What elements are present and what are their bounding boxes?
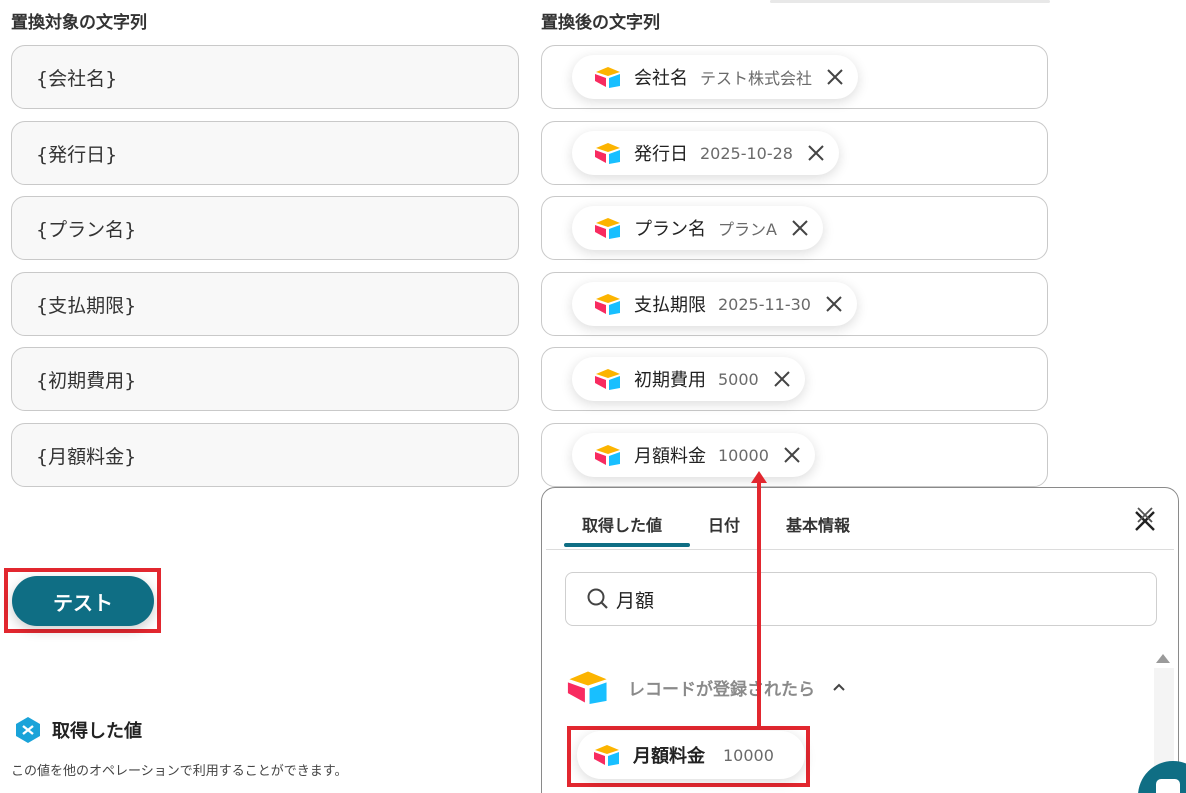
airtable-logo-icon bbox=[595, 143, 620, 164]
test-button[interactable]: テスト bbox=[12, 576, 154, 626]
target-field-initial-fee[interactable]: {初期費用} bbox=[11, 347, 519, 411]
panel-tabs: 取得した値 日付 基本情報 bbox=[546, 488, 1174, 550]
close-icon[interactable] bbox=[824, 66, 846, 88]
airtable-logo-icon bbox=[595, 67, 620, 88]
target-field-monthly-fee[interactable]: {月額料金} bbox=[11, 423, 519, 487]
value-chip: 初期費用 5000 bbox=[572, 357, 805, 401]
result-name: 月額料金 bbox=[633, 746, 705, 767]
replacement-field-plan[interactable]: プラン名 プランA bbox=[541, 196, 1048, 260]
search-icon bbox=[587, 588, 608, 609]
airtable-logo-icon bbox=[595, 294, 620, 315]
left-column-title: 置換対象の文字列 bbox=[11, 13, 147, 33]
search-input[interactable]: 月額 bbox=[565, 572, 1157, 626]
airtable-logo-icon bbox=[567, 671, 607, 704]
airtable-logo-icon bbox=[595, 369, 620, 390]
chip-value: プランA bbox=[718, 220, 777, 239]
chip-name: 発行日 bbox=[634, 144, 688, 165]
replacement-field-due-date[interactable]: 支払期限 2025-11-30 bbox=[541, 272, 1048, 336]
acquired-values-description: この値を他のオペレーションで利用することができます。 bbox=[11, 764, 348, 779]
result-value: 10000 bbox=[723, 745, 774, 765]
value-chip: 発行日 2025-10-28 bbox=[572, 131, 839, 175]
chat-icon bbox=[1156, 779, 1180, 793]
tab-date[interactable]: 日付 bbox=[708, 512, 740, 536]
highlight-arrow-head bbox=[751, 471, 767, 483]
airtable-logo-icon bbox=[594, 745, 619, 766]
chip-name: 支払期限 bbox=[634, 295, 706, 316]
result-value-chip[interactable]: 月額料金 10000 bbox=[577, 731, 805, 779]
trigger-group-header[interactable]: レコードが登録されたら bbox=[566, 670, 847, 704]
chip-name: 会社名 bbox=[634, 68, 688, 89]
replacement-field-initial-fee[interactable]: 初期費用 5000 bbox=[541, 347, 1048, 411]
chip-value: 2025-11-30 bbox=[718, 294, 811, 314]
chip-name: 月額料金 bbox=[634, 446, 706, 467]
target-field-issue-date[interactable]: {発行日} bbox=[11, 121, 519, 185]
acquired-values-header: 取得した値 bbox=[14, 716, 142, 744]
replacement-field-company[interactable]: 会社名 テスト株式会社 bbox=[541, 45, 1048, 109]
chip-value: 2025-10-28 bbox=[700, 143, 793, 163]
scroll-up-arrow-icon[interactable] bbox=[1156, 654, 1170, 663]
target-field-due-date[interactable]: {支払期限} bbox=[11, 272, 519, 336]
replacement-field-monthly-fee[interactable]: 月額料金 10000 bbox=[541, 423, 1048, 487]
chip-value: 5000 bbox=[718, 369, 759, 389]
highlight-arrow bbox=[757, 478, 761, 730]
close-icon[interactable] bbox=[771, 368, 793, 390]
close-icon[interactable] bbox=[805, 142, 827, 164]
acquired-values-title: 取得した値 bbox=[52, 721, 142, 742]
airtable-logo-icon bbox=[595, 445, 620, 466]
chevron-up-icon[interactable] bbox=[831, 679, 847, 695]
search-query: 月額 bbox=[616, 589, 655, 612]
value-chip: 支払期限 2025-11-30 bbox=[572, 282, 857, 326]
chip-name: プラン名 bbox=[634, 219, 706, 240]
target-field-plan[interactable]: {プラン名} bbox=[11, 196, 519, 260]
right-column-title: 置換後の文字列 bbox=[541, 13, 660, 33]
airtable-logo-icon bbox=[595, 218, 620, 239]
chip-value: テスト株式会社 bbox=[700, 69, 813, 88]
active-tab-indicator bbox=[564, 543, 690, 547]
trigger-group-label: レコードが登録されたら bbox=[628, 679, 815, 700]
chip-name: 初期費用 bbox=[634, 370, 706, 391]
close-icon[interactable] bbox=[781, 444, 803, 466]
close-icon[interactable] bbox=[823, 293, 845, 315]
tab-basic-info[interactable]: 基本情報 bbox=[786, 512, 850, 536]
tab-acquired-values[interactable]: 取得した値 bbox=[582, 512, 662, 536]
value-chip: 月額料金 10000 bbox=[572, 433, 815, 477]
chip-value: 10000 bbox=[718, 445, 769, 465]
yoom-logo-icon bbox=[16, 717, 40, 743]
value-chip: 会社名 テスト株式会社 bbox=[572, 55, 859, 99]
target-field-company[interactable]: {会社名} bbox=[11, 45, 519, 109]
top-divider bbox=[770, 0, 1050, 3]
clear-search-icon[interactable] bbox=[1134, 504, 1156, 526]
close-icon[interactable] bbox=[789, 217, 811, 239]
value-chip: プラン名 プランA bbox=[572, 206, 823, 250]
replacement-field-issue-date[interactable]: 発行日 2025-10-28 bbox=[541, 121, 1048, 185]
